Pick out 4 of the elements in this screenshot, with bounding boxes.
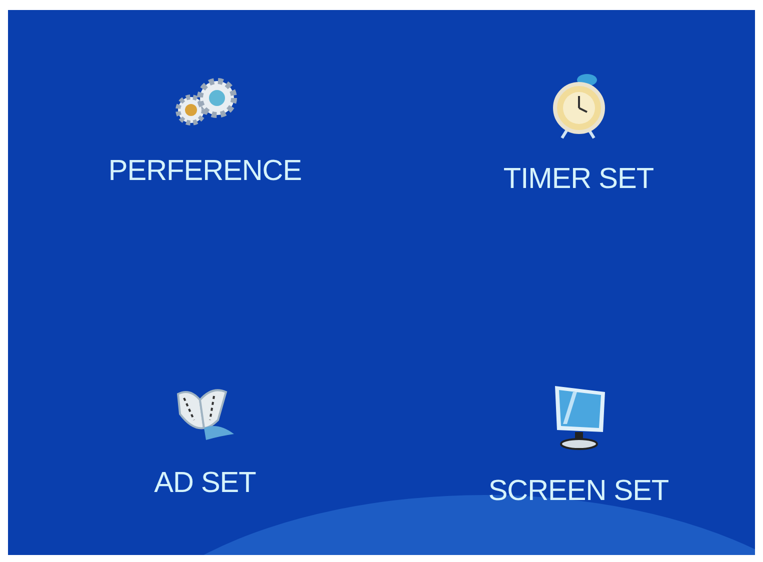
menu-item[interactable]: PERFERENCE (108, 154, 302, 188)
menu-item[interactable]: TIMER SET (503, 162, 654, 196)
menu-item[interactable]: SCREEN SET (488, 474, 669, 508)
menu-item[interactable]: AD SET (154, 466, 256, 500)
